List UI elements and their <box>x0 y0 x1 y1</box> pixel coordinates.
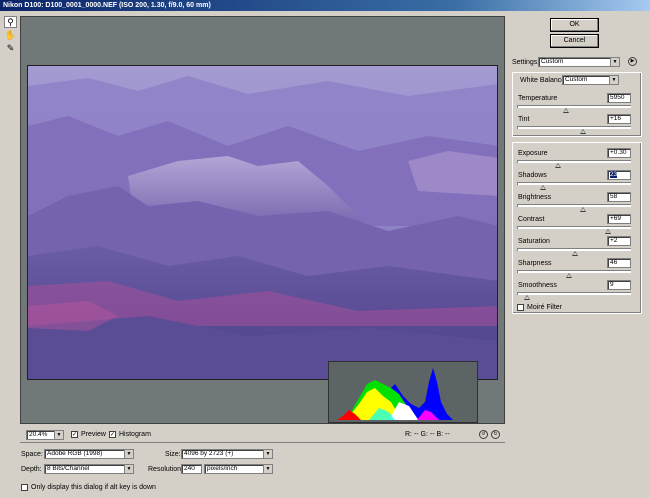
depth-select[interactable]: 8 Bits/Channel ▼ <box>44 464 134 474</box>
resolution-unit-value: pixels/inch <box>207 465 238 472</box>
moire-filter-checkbox[interactable] <box>517 304 524 311</box>
temperature-input[interactable]: 5950 <box>607 93 631 103</box>
ok-button[interactable]: OK <box>550 18 599 32</box>
space-value: Adobe RGB (1998) <box>47 450 103 457</box>
preview-label: Preview <box>81 431 106 438</box>
zoom-value: 20.4% <box>29 431 48 438</box>
alt-key-checkbox[interactable] <box>21 484 28 491</box>
depth-label: Depth: <box>21 466 42 473</box>
temperature-value: 5950 <box>610 94 625 101</box>
space-label: Space: <box>21 451 43 458</box>
size-label: Size: <box>165 451 181 458</box>
tool-palette: ⚲ ✋ ✎ <box>4 16 18 55</box>
rotate-right-icon[interactable]: ↻ <box>491 430 500 439</box>
rotate-left-icon[interactable]: ↺ <box>479 430 488 439</box>
window-title: Nikon D100: D100_0001_0000.NEF (ISO 200,… <box>0 0 650 11</box>
chevron-down-icon: ▼ <box>54 431 63 439</box>
histogram-panel <box>328 361 478 423</box>
tint-slider-track[interactable] <box>517 126 631 129</box>
preview-checkbox[interactable]: ✓ <box>71 431 78 438</box>
eyedropper-tool-icon[interactable]: ✎ <box>4 42 17 54</box>
temperature-slider-thumb[interactable] <box>563 108 570 113</box>
hand-tool-icon[interactable]: ✋ <box>4 29 17 41</box>
size-select[interactable]: 4096 by 2723 (+) ▼ <box>181 449 273 459</box>
settings-menu-icon[interactable]: ▶ <box>628 57 637 66</box>
tint-slider-thumb[interactable] <box>580 129 587 134</box>
tint-value: +16 <box>610 115 622 122</box>
space-select[interactable]: Adobe RGB (1998) ▼ <box>44 449 134 459</box>
resolution-label: Resolution: <box>148 466 184 473</box>
cancel-button[interactable]: Cancel <box>550 34 599 48</box>
temperature-slider-track[interactable] <box>517 105 631 108</box>
preview-image <box>27 65 498 380</box>
resolution-value: 240 <box>184 465 195 472</box>
rgb-readout: R: -- G: -- B: -- <box>405 431 450 438</box>
tint-label: Tint <box>518 116 530 123</box>
temperature-label: Temperature <box>518 95 558 102</box>
divider <box>20 442 505 443</box>
depth-value: 8 Bits/Channel <box>47 465 90 472</box>
white-balance-value: Custom <box>565 76 588 83</box>
adjustments-group <box>512 142 642 314</box>
zoom-tool-icon[interactable]: ⚲ <box>4 16 17 28</box>
settings-select[interactable]: Custom ▼ <box>538 57 620 67</box>
preview-area[interactable] <box>20 16 505 424</box>
chevron-down-icon: ▼ <box>610 58 619 66</box>
settings-value: Custom <box>541 58 564 65</box>
size-value: 4096 by 2723 (+) <box>184 450 234 457</box>
tint-input[interactable]: +16 <box>607 114 631 124</box>
zoom-select[interactable]: 20.4% ▼ <box>26 430 64 440</box>
resolution-input[interactable]: 240 <box>181 464 202 474</box>
histogram-label: Histogram <box>119 431 151 438</box>
chevron-down-icon: ▼ <box>124 465 133 473</box>
chevron-down-icon: ▼ <box>263 450 272 458</box>
chevron-down-icon: ▼ <box>124 450 133 458</box>
white-balance-select[interactable]: Custom ▼ <box>562 75 619 85</box>
chevron-down-icon: ▼ <box>609 76 618 84</box>
alt-key-label: Only display this dialog if alt key is d… <box>31 484 156 491</box>
resolution-unit-select[interactable]: pixels/inch ▼ <box>204 464 273 474</box>
white-balance-label: White Balance: <box>520 77 568 84</box>
settings-label: Settings: <box>512 59 540 66</box>
moire-filter-label: Moiré Filter <box>527 304 563 311</box>
chevron-down-icon: ▼ <box>263 465 272 473</box>
histogram-checkbox[interactable]: ✓ <box>109 431 116 438</box>
